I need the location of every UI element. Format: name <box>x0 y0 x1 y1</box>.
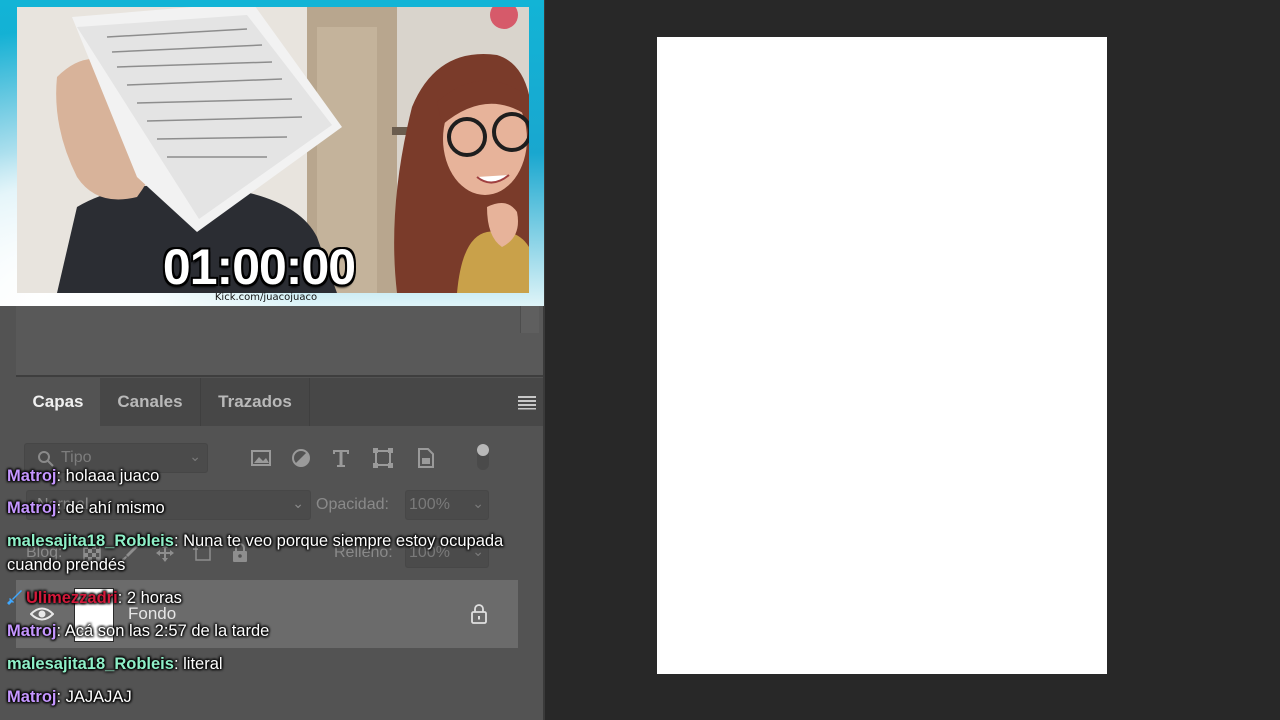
chat-message: malesajita18_Robleis: literal <box>7 652 507 676</box>
chat-separator: : <box>173 655 184 673</box>
stream-timer: 01:00:00 <box>162 239 356 295</box>
tab-capas[interactable]: Capas <box>16 378 100 426</box>
canvas-area[interactable] <box>545 0 1280 720</box>
chat-username: Matroj <box>7 499 57 517</box>
panel-menu-icon[interactable] <box>517 394 537 410</box>
upper-panel-scrollbar[interactable] <box>520 305 539 333</box>
webcam-overlay: 01:00:00 Kick.com/juacojuaco <box>0 0 544 306</box>
chat-message: Ulimezzadri: 2 horas <box>7 586 507 610</box>
chat-username: Matroj <box>7 622 57 640</box>
chat-text: 2 horas <box>126 589 182 607</box>
chat-separator: : <box>56 622 65 640</box>
chat-text: literal <box>183 655 223 673</box>
chat-message: Matroj: Acá son las 2:57 de la tarde <box>7 619 507 643</box>
chat-text: de ahí mismo <box>65 499 165 517</box>
chat-message: Matroj: de ahí mismo <box>7 496 507 520</box>
chat-username: malesajita18_Robleis <box>7 655 174 673</box>
upper-panel <box>16 305 543 377</box>
moderator-sword-icon <box>7 590 22 605</box>
chat-message: Matroj: holaaa juaco <box>7 464 507 488</box>
chat-separator: : <box>56 467 66 485</box>
layers-panel-tabs: Capas Canales Trazados <box>16 378 543 426</box>
chat-username: Matroj <box>7 688 57 706</box>
chat-message: Matroj: JAJAJAJ <box>7 685 507 709</box>
chat-username: Matroj <box>7 467 57 485</box>
chat-username: malesajita18_Robleis <box>7 532 174 550</box>
chat-separator: : <box>56 688 66 706</box>
chat-text: JAJAJAJ <box>65 688 132 706</box>
chat-text: holaaa juaco <box>65 467 160 485</box>
chat-text: Acá son las 2:57 de la tarde <box>64 622 270 640</box>
document-canvas[interactable] <box>657 37 1107 674</box>
channel-url: Kick.com/juacojuaco <box>214 292 318 303</box>
chevron-down-icon: ⌄ <box>189 448 201 464</box>
tab-trazados[interactable]: Trazados <box>201 378 310 426</box>
tab-canales[interactable]: Canales <box>100 378 201 426</box>
chat-username: Ulimezzadri <box>26 589 118 607</box>
chat-separator: : <box>56 499 66 517</box>
chat-message: malesajita18_Robleis: Nuna te veo porque… <box>7 529 507 577</box>
chat-separator: : <box>173 532 184 550</box>
chat-separator: : <box>117 589 127 607</box>
